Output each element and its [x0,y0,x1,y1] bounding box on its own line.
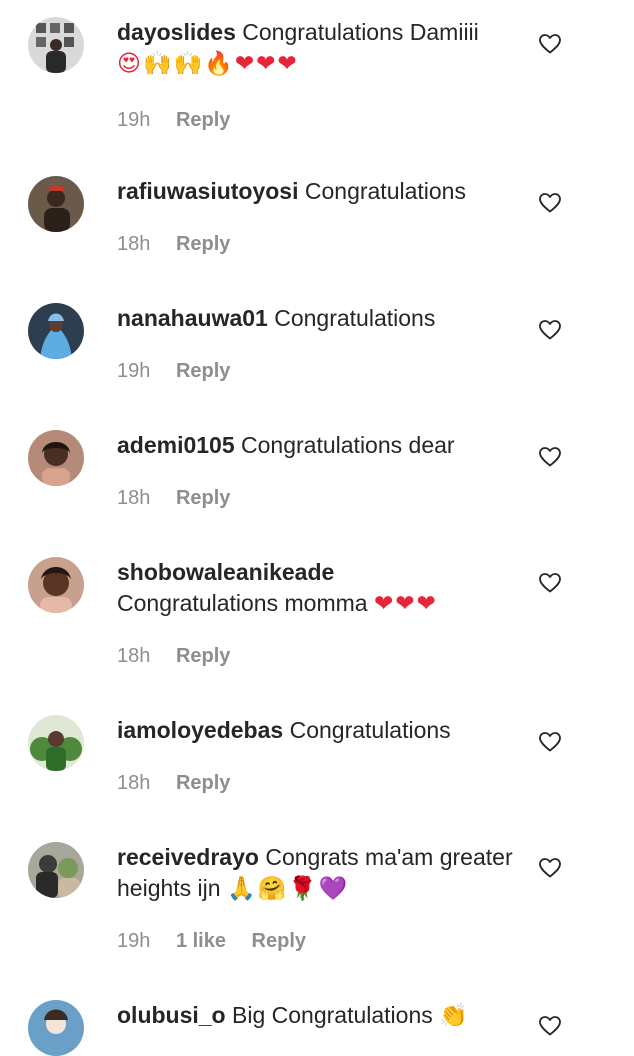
avatar[interactable] [28,557,84,613]
heart-outline-icon[interactable] [538,730,562,754]
comment-meta: 19h 1 like Reply [117,930,306,953]
avatar[interactable] [28,17,84,73]
comment-emoji: 😍🙌🙌🔥❤❤❤ [117,51,299,77]
comment-time: 18h [117,233,151,255]
avatar[interactable] [28,176,84,232]
reply-button[interactable]: Reply [176,487,230,510]
reply-button[interactable]: Reply [176,645,230,668]
comment-meta: 18h Reply [117,233,230,256]
comment-username[interactable]: dayoslides [117,19,236,45]
heart-outline-icon[interactable] [538,1014,562,1038]
comment-text: Congratulations [274,305,436,331]
comment-meta: 19h Reply [117,109,230,132]
comment-username[interactable]: rafiuwasiutoyosi [117,178,298,204]
comment-body: receivedrayo Congrats ma'am greater heig… [117,842,517,905]
comment-time: 18h [117,487,151,509]
comment-emoji: ❤❤❤ [373,591,438,617]
comment-time: 18h [117,772,151,794]
comment-meta: 19h Reply [117,360,230,383]
comment-body: rafiuwasiutoyosi Congratulations [117,176,517,207]
heart-outline-icon[interactable] [538,318,562,342]
avatar[interactable] [28,1000,84,1056]
comment-time: 19h [117,360,151,382]
comment-body: iamoloyedebas Congratulations [117,715,517,746]
comment-text: Big Congratulations [232,1002,433,1028]
comment-username[interactable]: olubusi_o [117,1002,226,1028]
comment-meta: 18h Reply [117,772,230,795]
comment-text: Congratulations dear [241,432,455,458]
heart-outline-icon[interactable] [538,571,562,595]
comment-text: Congratulations momma [117,590,368,616]
reply-button[interactable]: Reply [176,109,230,132]
comment-username[interactable]: iamoloyedebas [117,717,283,743]
comment-meta: 18h Reply [117,487,230,510]
reply-button[interactable]: Reply [176,233,230,256]
comment-username[interactable]: nanahauwa01 [117,305,268,331]
avatar[interactable] [28,842,84,898]
heart-outline-icon[interactable] [538,445,562,469]
comment-username[interactable]: receivedrayo [117,844,259,870]
avatar[interactable] [28,715,84,771]
reply-button[interactable]: Reply [176,360,230,383]
comment-text: Congratulations [289,717,451,743]
comment-emoji: 🙏🤗🌹💜 [226,876,350,902]
heart-outline-icon[interactable] [538,191,562,215]
reply-button[interactable]: Reply [252,930,306,953]
heart-outline-icon[interactable] [538,856,562,880]
comment-time: 18h [117,645,151,667]
comment-text: Congratulations Damiiii [242,19,479,45]
comment-body: olubusi_o Big Congratulations 👏 [117,1000,517,1032]
comment-text: Congratulations [304,178,466,204]
comment-time: 19h [117,930,151,952]
comment-time: 19h [117,109,151,131]
avatar[interactable] [28,430,84,486]
comment-emoji: 👏 [439,1003,470,1029]
comment-meta: 18h Reply [117,645,230,668]
comment-likes[interactable]: 1 like [176,930,226,953]
reply-button[interactable]: Reply [176,772,230,795]
comment-username[interactable]: shobowaleanikeade [117,559,334,585]
comment-body: ademi0105 Congratulations dear [117,430,517,461]
comment-body: shobowaleanikeade Congratulations momma … [117,557,517,620]
heart-outline-icon[interactable] [538,32,562,56]
comment-username[interactable]: ademi0105 [117,432,235,458]
comment-body: nanahauwa01 Congratulations [117,303,517,334]
comment-body: dayoslides Congratulations Damiiii 😍🙌🙌🔥❤… [117,17,517,80]
avatar[interactable] [28,303,84,359]
